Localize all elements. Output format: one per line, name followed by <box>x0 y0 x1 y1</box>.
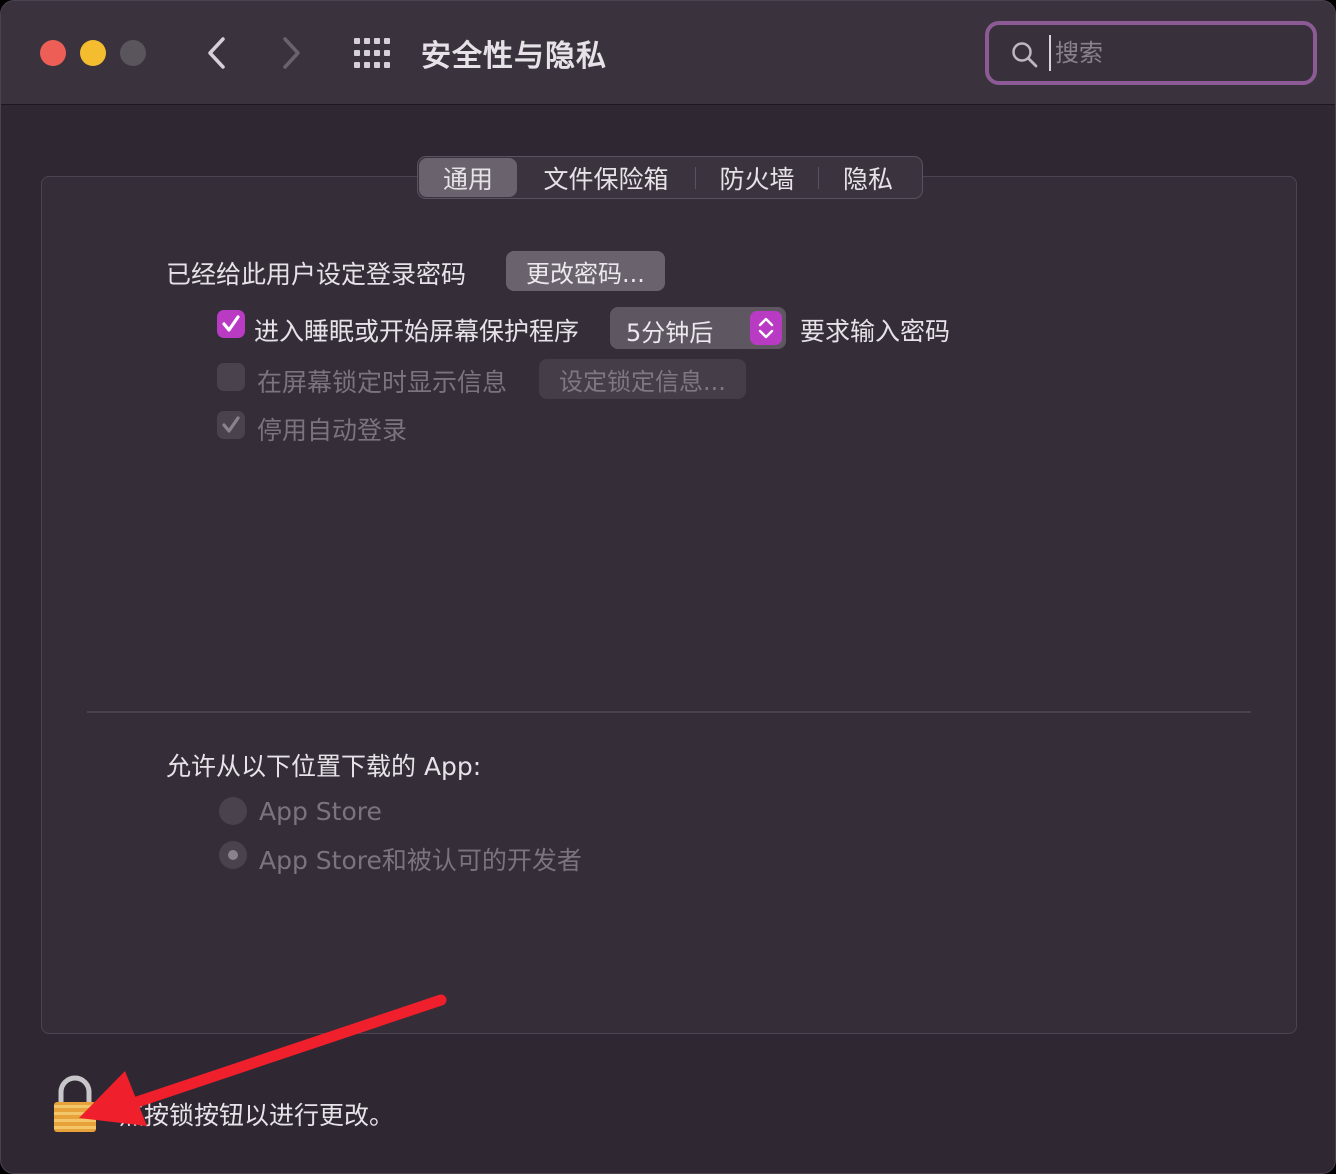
show-lock-message-checkbox[interactable] <box>217 363 245 391</box>
set-lock-message-button[interactable]: 设定锁定信息... <box>539 359 746 399</box>
show-lock-message-label: 在屏幕锁定时显示信息 <box>257 368 508 397</box>
content-panel <box>41 176 1297 1034</box>
titlebar: 安全性与隐私 <box>1 1 1335 105</box>
radio-app-store-identified-label: App Store和被认可的开发者 <box>259 846 582 875</box>
chevron-left-icon <box>208 37 225 69</box>
require-password-checkbox[interactable] <box>217 310 245 338</box>
minimize-button[interactable] <box>80 40 106 66</box>
change-password-button[interactable]: 更改密码... <box>506 251 665 291</box>
allow-downloads-label: 允许从以下位置下载的 App: <box>166 752 482 781</box>
forward-button[interactable] <box>271 33 311 73</box>
radio-app-store-label: App Store <box>259 797 382 826</box>
section-divider <box>87 711 1251 713</box>
search-icon <box>1012 42 1038 68</box>
tab-privacy[interactable]: 隐私 <box>819 158 917 197</box>
password-set-label: 已经给此用户设定登录密码 <box>166 260 467 289</box>
close-button[interactable] <box>40 40 66 66</box>
require-password-suffix: 要求输入密码 <box>800 317 951 346</box>
preferences-window: 安全性与隐私 通用 文件保险箱 防火墙 隐私 已经给此用户设定登录密码 更改密码… <box>0 0 1336 1174</box>
popup-stepper <box>750 311 782 345</box>
tab-label: 隐私 <box>842 164 893 194</box>
password-delay-popup[interactable]: 5分钟后 <box>610 307 786 349</box>
tab-filevault[interactable]: 文件保险箱 <box>517 158 695 197</box>
require-password-label: 进入睡眠或开始屏幕保护程序 <box>254 317 580 346</box>
search-field[interactable] <box>985 21 1317 85</box>
tab-firewall[interactable]: 防火墙 <box>696 158 818 197</box>
disable-auto-login-label: 停用自动登录 <box>257 416 408 445</box>
radio-dot <box>228 850 238 860</box>
tab-label: 防火墙 <box>719 164 795 194</box>
window-title: 安全性与隐私 <box>421 39 607 74</box>
show-all-button[interactable] <box>353 37 393 69</box>
checkmark-icon <box>222 416 240 433</box>
radio-app-store-identified[interactable] <box>219 841 247 869</box>
password-delay-value: 5分钟后 <box>626 319 714 347</box>
tab-bar: 通用 文件保险箱 防火墙 隐私 <box>417 156 923 199</box>
disable-auto-login-checkbox[interactable] <box>217 411 245 439</box>
annotation-arrow-icon <box>79 994 447 1126</box>
checkmark-icon <box>222 315 240 332</box>
back-button[interactable] <box>197 33 237 73</box>
chevron-right-icon <box>283 37 300 69</box>
search-input[interactable] <box>1049 35 1299 71</box>
updown-chevron-icon <box>758 317 774 339</box>
tab-label: 通用 <box>442 164 493 194</box>
grid-icon <box>354 38 390 68</box>
tab-label: 文件保险箱 <box>543 164 669 194</box>
radio-app-store[interactable] <box>219 797 247 825</box>
tab-general[interactable]: 通用 <box>419 158 517 197</box>
zoom-button[interactable] <box>120 40 146 66</box>
